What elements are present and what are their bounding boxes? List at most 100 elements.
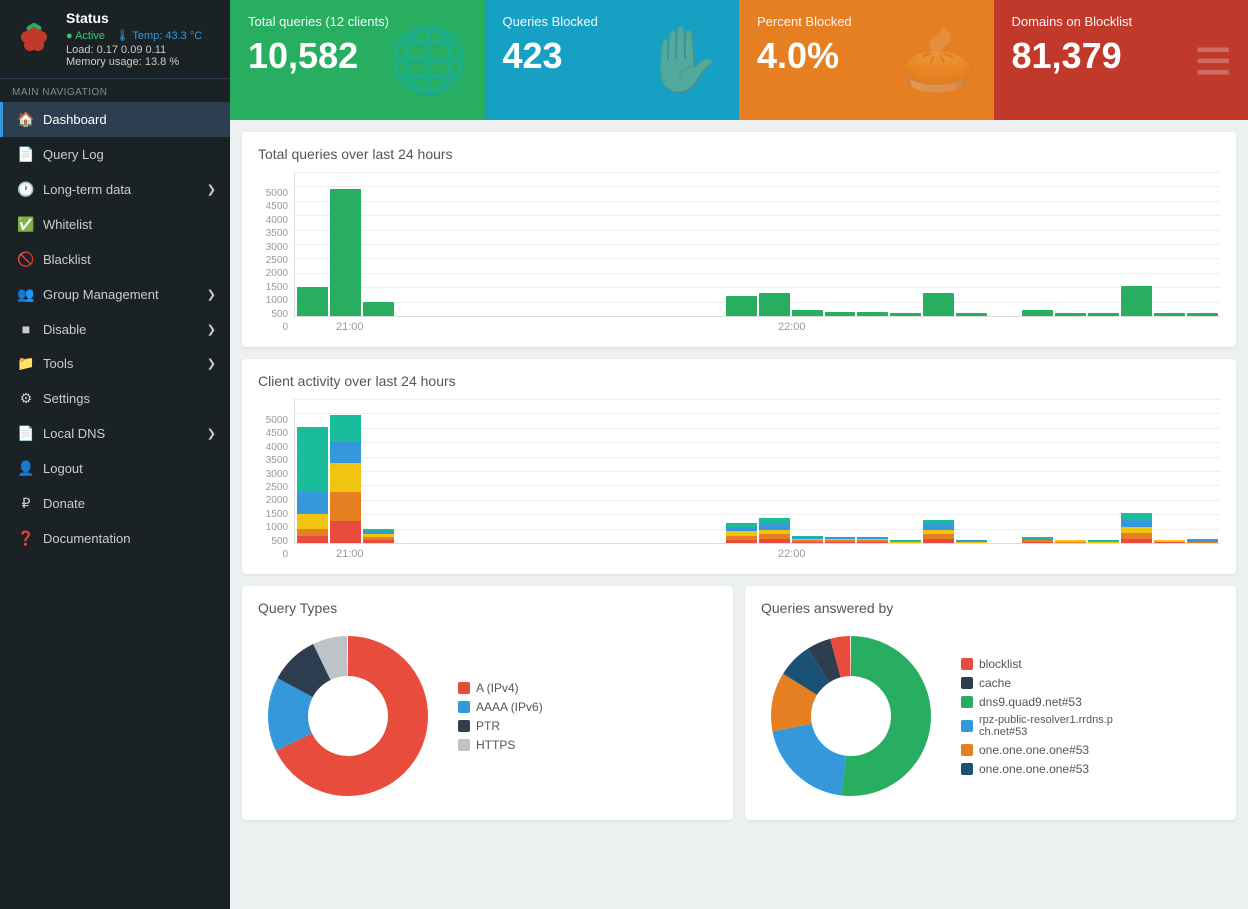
sidebar-header: Status ● Active 🌡 Temp: 43.3 °C Load: 0.… — [0, 0, 230, 79]
bar-segment — [956, 542, 987, 543]
bar — [1022, 310, 1053, 316]
bar-segment — [1022, 542, 1053, 543]
chevron-icon: ❯ — [207, 357, 216, 370]
status-title: Status — [66, 10, 202, 26]
legend-https: HTTPS — [458, 738, 543, 752]
bar-segment — [923, 539, 954, 543]
bar-segment — [330, 442, 361, 464]
sidebar-label-logout: Logout — [43, 461, 83, 476]
bar — [1055, 313, 1086, 316]
stat-card-icon-queries-blocked: ✋ — [643, 23, 723, 98]
legend-cache: cache — [961, 676, 1113, 690]
bar-segment — [330, 463, 361, 492]
query-types-donut-row: A (IPv4) AAAA (IPv6) PTR HTTPS — [258, 626, 717, 806]
whitelist-icon: ✅ — [17, 216, 35, 233]
legend-rpz: rpz-public-resolver1.rrdns.pch.net#53 — [961, 714, 1113, 738]
stat-card-domains-blocklist: Domains on Blocklist 81,379 ≡ — [994, 0, 1248, 120]
active-label: ● Active — [66, 30, 105, 42]
stat-card-icon-total-queries: 🌐 — [389, 23, 469, 98]
bar-segment — [1121, 520, 1152, 527]
chevron-icon: ❯ — [207, 427, 216, 440]
total-queries-x-labels: 21:00 22:00 — [294, 321, 1220, 333]
bar-segment — [857, 542, 888, 543]
stat-card-icon-percent-blocked: 🥧 — [898, 23, 978, 98]
total-queries-chart-title: Total queries over last 24 hours — [258, 146, 1220, 162]
bar-segment — [1121, 513, 1152, 520]
sidebar-item-long-term-data[interactable]: 🕐 Long-term data ❯ — [0, 172, 230, 207]
load-label: Load: 0.17 0.09 0.11 — [66, 44, 202, 56]
sidebar-item-settings[interactable]: ⚙ Settings — [0, 381, 230, 416]
bar-group — [923, 520, 954, 543]
client-activity-bars — [295, 399, 1220, 543]
dashboard-icon: 🏠 — [17, 111, 35, 128]
bar-segment — [1187, 542, 1218, 543]
query-types-title: Query Types — [258, 600, 717, 616]
sidebar-item-tools[interactable]: 📁 Tools ❯ — [0, 346, 230, 381]
sidebar-item-disable[interactable]: ■ Disable ❯ — [0, 312, 230, 346]
sidebar-label-settings: Settings — [43, 391, 90, 406]
bar-group — [1187, 539, 1218, 543]
client-activity-y-axis: 50004500400035003000 2500200015001000500… — [258, 415, 294, 560]
documentation-icon: ❓ — [17, 530, 35, 547]
sidebar-item-group-management[interactable]: 👥 Group Management ❯ — [0, 277, 230, 312]
bar-segment — [726, 540, 757, 543]
bar-group — [890, 540, 921, 543]
sidebar-label-query-log: Query Log — [43, 147, 104, 162]
legend-ipv6: AAAA (IPv6) — [458, 700, 543, 714]
stat-card-icon-domains-blocklist: ≡ — [1195, 23, 1232, 97]
query-types-legend: A (IPv4) AAAA (IPv6) PTR HTTPS — [458, 681, 543, 752]
bar-group — [1055, 540, 1086, 543]
sidebar-item-whitelist[interactable]: ✅ Whitelist — [0, 207, 230, 242]
bar — [825, 312, 856, 316]
bar-segment — [297, 529, 328, 536]
logout-icon: 👤 — [17, 460, 35, 477]
bar-segment — [297, 536, 328, 543]
sidebar-label-group-management: Group Management — [43, 287, 159, 302]
sidebar-item-blacklist[interactable]: 🚫 Blacklist — [0, 242, 230, 277]
main-content: Total queries (12 clients) 10,582 🌐 Quer… — [230, 0, 1248, 909]
stat-card-percent-blocked: Percent Blocked 4.0% 🥧 — [739, 0, 994, 120]
bar — [1187, 313, 1218, 316]
bar-group — [1022, 537, 1053, 543]
bar — [792, 310, 823, 316]
legend-ipv4: A (IPv4) — [458, 681, 543, 695]
sidebar-item-query-log[interactable]: 📄 Query Log — [0, 137, 230, 172]
chevron-icon: ❯ — [207, 288, 216, 301]
bar-group — [726, 523, 757, 543]
bar-segment — [792, 542, 823, 543]
bar-segment — [363, 540, 394, 543]
chevron-icon: ❯ — [207, 323, 216, 336]
bottom-charts-row: Query Types A (IPv4) — [242, 586, 1236, 820]
bar-segment — [759, 539, 790, 543]
sidebar-item-local-dns[interactable]: 📄 Local DNS ❯ — [0, 416, 230, 451]
bar-group — [792, 536, 823, 543]
nav-items: 🏠 Dashboard 📄 Query Log 🕐 Long-term data… — [0, 102, 230, 556]
sidebar-label-whitelist: Whitelist — [43, 217, 92, 232]
bar-group — [857, 537, 888, 543]
bar — [956, 313, 987, 316]
bar — [923, 293, 954, 316]
sidebar-label-documentation: Documentation — [43, 531, 130, 546]
bar-segment — [330, 521, 361, 543]
total-queries-y-axis: 50004500400035003000 2500200015001000500… — [258, 188, 294, 333]
total-queries-bars — [295, 172, 1220, 316]
sidebar-label-dashboard: Dashboard — [43, 112, 107, 127]
sidebar-item-logout[interactable]: 👤 Logout — [0, 451, 230, 486]
sidebar-item-donate[interactable]: ₽ Donate — [0, 486, 230, 521]
bar — [297, 287, 328, 316]
bar — [890, 313, 921, 316]
sidebar-label-disable: Disable — [43, 322, 86, 337]
sidebar-label-long-term-data: Long-term data — [43, 182, 131, 197]
sidebar-item-dashboard[interactable]: 🏠 Dashboard — [0, 102, 230, 137]
nav-section-label: MAIN NAVIGATION — [0, 79, 230, 102]
bar-group — [1154, 540, 1185, 543]
long-term-data-icon: 🕐 — [17, 181, 35, 198]
disable-icon: ■ — [17, 321, 35, 337]
bar-segment — [825, 542, 856, 543]
sidebar-item-documentation[interactable]: ❓ Documentation — [0, 521, 230, 556]
queries-answered-donut-icon — [761, 626, 941, 806]
queries-answered-donut-row: blocklist cache dns9.quad9.net#53 rpz-pu… — [761, 626, 1220, 806]
legend-ptr: PTR — [458, 719, 543, 733]
client-activity-chart-title: Client activity over last 24 hours — [258, 373, 1220, 389]
bar-segment — [330, 492, 361, 521]
